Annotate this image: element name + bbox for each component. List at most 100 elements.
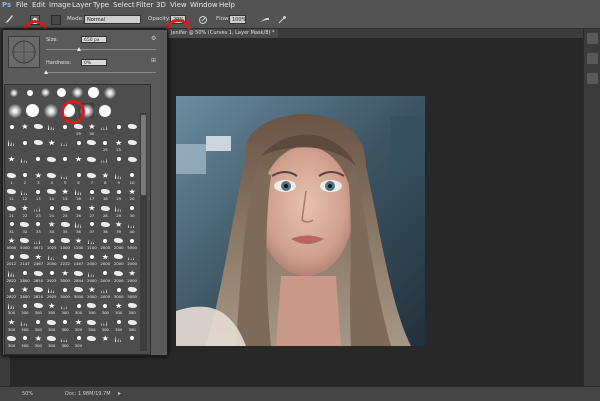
menu-window[interactable]: Window [190,0,218,11]
brush-tip[interactable] [85,334,98,347]
brush-tip[interactable] [45,155,58,168]
brush-tip[interactable]: 40 [126,220,139,234]
pressure-opacity-icon[interactable] [198,15,208,25]
brush-panel-toggle-icon[interactable] [51,15,61,25]
brush-tip-shape-icon [127,287,137,292]
brush-tip-shape-icon [74,287,83,292]
brush-tip[interactable] [7,103,22,118]
brush-tip[interactable] [7,86,20,99]
hardness-slider[interactable] [46,72,156,73]
brush-tip[interactable] [85,155,98,168]
brush-tip[interactable] [97,103,112,118]
brush-tip-shape-icon [130,173,135,178]
brush-tip-shape-icon [88,123,96,129]
size-input[interactable]: 650 px [81,36,107,43]
document-tab-bar: Jenifer @ 50% (Curves 1, Layer Mask/8) *… [165,29,600,38]
brush-tip[interactable] [126,122,139,135]
brush-tip-shape-icon [87,156,97,162]
brush-tip[interactable]: 2000 [126,252,139,266]
brush-size-label: 5000 [127,245,137,251]
history-panel-icon[interactable] [587,53,598,64]
brush-tip[interactable] [71,86,84,99]
menu-filter[interactable]: Filter [136,0,153,11]
brush-tip[interactable] [43,103,58,118]
mode-select[interactable]: Normal [84,15,141,24]
new-preset-icon[interactable]: ⊞ [151,57,156,64]
brush-tip[interactable]: 3000 [126,285,139,299]
brush-tip[interactable] [25,103,40,118]
gear-icon[interactable]: ⚙ [151,35,156,42]
scrollbar-thumb[interactable] [141,115,146,195]
brush-tip[interactable]: 2000 [126,269,139,283]
zoom-level[interactable]: 50% [22,387,33,401]
menu-layer[interactable]: Layer [72,0,92,11]
brush-tip[interactable]: 20 [126,187,139,201]
brush-tip[interactable]: 5000 [126,236,139,251]
brush-tool-icon[interactable] [4,14,14,24]
brush-tip[interactable]: 300 [72,334,85,348]
brush-tip[interactable] [99,334,112,347]
brush-tip[interactable] [5,138,18,151]
brush-tip[interactable] [32,138,45,151]
brush-tip[interactable] [103,86,116,99]
brush-tip[interactable] [5,155,18,168]
hardness-input[interactable]: 0% [81,59,107,66]
brush-tip-shape-icon [74,220,83,228]
menu-file[interactable]: File [16,0,28,11]
brush-tip[interactable] [112,122,125,135]
size-slider[interactable] [46,49,156,50]
brush-tip[interactable] [72,155,85,168]
brush-tip[interactable]: 50 [85,122,98,136]
hardness-slider-knob[interactable] [44,70,48,74]
brush-tip[interactable]: 30 [126,204,139,218]
brush-tip[interactable] [55,86,68,99]
brush-tip[interactable] [59,138,72,151]
brush-tip[interactable] [32,155,45,168]
brush-size-label: 25 [116,147,122,153]
brush-tip[interactable]: 300 [126,318,139,332]
brush-tip[interactable] [126,138,139,151]
brush-tip[interactable] [45,122,58,135]
brush-tip[interactable] [99,122,112,135]
properties-panel-icon[interactable] [587,73,598,84]
document-tab[interactable]: Jenifer @ 50% (Curves 1, Layer Mask/8) * [167,29,279,38]
brush-tip[interactable] [99,155,112,168]
brush-tip-shape-icon [60,221,70,227]
brush-tip[interactable] [87,86,100,99]
pressure-size-icon[interactable] [277,15,287,25]
panel-collapse-icon[interactable] [587,33,598,44]
brush-tip-shape-icon [89,254,94,259]
brush-tip-shape-icon [116,320,121,325]
brush-tip[interactable]: 25 [112,138,125,153]
status-arrow-icon[interactable]: ▸ [118,387,121,401]
brush-tip[interactable] [39,86,52,99]
size-slider-knob[interactable] [77,47,81,51]
brush-tip[interactable] [23,86,36,99]
brush-tip[interactable] [18,155,31,168]
brush-tip[interactable] [59,155,72,168]
brush-tip[interactable]: 10 [126,171,139,185]
brush-tip[interactable] [5,122,18,135]
menu-view[interactable]: View [170,0,187,11]
brush-tip[interactable] [32,122,45,135]
brush-tip-shape-icon [22,271,27,276]
menu-type[interactable]: Type [93,0,109,11]
brush-tip[interactable] [72,138,85,151]
menu-3d[interactable]: 3D [156,0,166,11]
menu-help[interactable]: Help [219,0,235,11]
menu-select[interactable]: Select [113,0,135,11]
brush-tip[interactable] [45,138,58,151]
brush-tip[interactable] [112,155,125,168]
portrait-photo[interactable] [176,96,425,346]
brush-tip[interactable] [126,334,139,347]
menu-image[interactable]: Image [49,0,71,11]
flow-input[interactable]: 100% [229,15,246,24]
brush-tip[interactable] [18,122,31,135]
brush-tip[interactable] [112,334,125,347]
brush-tip[interactable] [126,155,139,168]
airbrush-icon[interactable] [259,15,269,25]
brush-tip[interactable]: 300 [126,301,139,315]
menu-edit[interactable]: Edit [32,0,46,11]
brush-list-scrollbar[interactable] [140,113,147,351]
brush-tip[interactable] [18,138,31,151]
